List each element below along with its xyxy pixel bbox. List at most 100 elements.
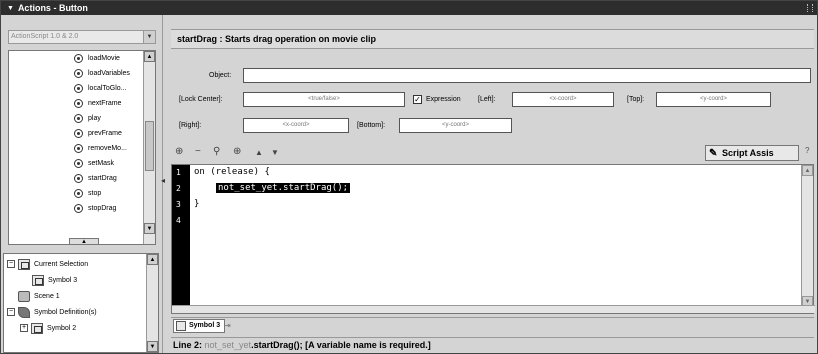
tab-symbol3[interactable]: Symbol 3: [173, 319, 226, 333]
toolbox-item-label: play: [88, 115, 101, 122]
expression-label: Expression: [426, 96, 461, 103]
toolbox-item[interactable]: play: [9, 111, 155, 126]
toolbox-item-label: stop: [88, 190, 102, 197]
toolbox-item-label: removeMo...: [88, 145, 127, 152]
action-bullet-icon: [74, 204, 83, 213]
scroll-thumb[interactable]: [145, 121, 154, 171]
toolbox-item-label: setMask: [88, 160, 115, 167]
lock-center-label: [Lock Center]:: [179, 96, 223, 103]
language-version-select[interactable]: ActionScript 1.0 & 2.0 ▼: [8, 30, 156, 44]
lock-center-input[interactable]: <true/false>: [243, 92, 405, 107]
script-navigator: − Current Selection Symbol 3 Scene 1 − S…: [3, 253, 159, 353]
find-icon[interactable]: ⚲: [213, 146, 220, 157]
scroll-up-icon[interactable]: ▲: [802, 165, 813, 176]
collapse-icon[interactable]: −: [7, 260, 15, 268]
toolbox-item-label: loadMovie: [88, 55, 120, 62]
script-pane: startDrag : Starts drag operation on mov…: [167, 15, 817, 353]
movie-clip-icon: [18, 258, 30, 270]
toolbox-item[interactable]: prevFrame: [9, 126, 155, 141]
action-bullet-icon: [74, 114, 83, 123]
toolbox-item[interactable]: loadVariables: [9, 66, 155, 81]
chevron-down-icon[interactable]: ▼: [143, 31, 155, 43]
scroll-up-icon[interactable]: ▲: [147, 254, 158, 265]
pencil-icon: ✎: [709, 148, 718, 159]
toolbox-item[interactable]: removeMo...: [9, 141, 155, 156]
tree-item-symbol3[interactable]: Symbol 3: [32, 273, 77, 287]
status-line-prefix: Line 2:: [173, 340, 205, 350]
tree-item-scene1[interactable]: Scene 1: [18, 289, 60, 303]
tree-item-symbol-definitions[interactable]: − Symbol Definition(s): [7, 305, 97, 319]
object-label: Object:: [209, 72, 232, 79]
move-down-icon[interactable]: ▼: [271, 148, 279, 157]
code-line-1[interactable]: on (release) {: [194, 167, 270, 177]
tree-item-current-selection[interactable]: − Current Selection: [7, 257, 88, 271]
line-number-gutter: 1 2 3 4: [172, 165, 190, 307]
tree-item-symbol2[interactable]: + Symbol 2: [20, 321, 76, 335]
action-bullet-icon: [74, 144, 83, 153]
pin-script-icon[interactable]: ⇥: [224, 321, 231, 330]
toolbox-scrollbar[interactable]: ▲ ▼: [143, 51, 155, 244]
right-input[interactable]: <x-coord>: [243, 118, 349, 133]
toolbox-item-label: prevFrame: [88, 130, 122, 137]
line-number: 1: [176, 168, 181, 177]
delete-action-icon[interactable]: −: [195, 146, 201, 157]
script-assist-label: Script Assis: [722, 148, 774, 158]
tree-label: Symbol Definition(s): [34, 308, 97, 316]
toolbox-item[interactable]: nextFrame: [9, 96, 155, 111]
script-assist-button[interactable]: ✎ Script Assis: [705, 145, 799, 161]
panel-title: Actions - Button: [17, 3, 88, 13]
script-editor[interactable]: 1 2 3 4 on (release) { not_set_yet.start…: [171, 164, 815, 314]
toolbox-item[interactable]: stop: [9, 186, 155, 201]
left-label: [Left]:: [478, 96, 496, 103]
expression-checkbox[interactable]: ✓: [413, 95, 422, 104]
bottom-label: [Bottom]:: [357, 122, 386, 129]
navigator-scrollbar[interactable]: ▲ ▼: [146, 254, 158, 352]
help-icon[interactable]: ?: [805, 146, 815, 156]
scene-icon: [18, 290, 30, 302]
tab-label: Symbol 3: [189, 322, 221, 329]
scroll-down-icon[interactable]: ▼: [147, 341, 158, 352]
code-line-3[interactable]: }: [194, 199, 199, 209]
action-bullet-icon: [74, 189, 83, 198]
panel-title-bar[interactable]: ▼ Actions - Button: [1, 1, 817, 15]
add-action-icon[interactable]: ⊕: [175, 146, 183, 157]
expand-icon[interactable]: +: [20, 324, 28, 332]
toolbox-item[interactable]: localToGlo...: [9, 81, 155, 96]
tree-label: Scene 1: [34, 292, 60, 300]
left-column: ActionScript 1.0 & 2.0 ▼ loadMovie loadVa…: [1, 15, 163, 353]
editor-vertical-scrollbar[interactable]: ▲ ▼: [801, 165, 813, 307]
top-label: [Top]:: [627, 96, 645, 103]
collapse-icon[interactable]: −: [7, 308, 15, 316]
line-number: 4: [176, 216, 181, 225]
panel-options-grip-icon[interactable]: [807, 4, 813, 12]
toolbox-item-label: stopDrag: [88, 205, 117, 212]
scroll-up-icon[interactable]: ▲: [144, 51, 155, 62]
symbol-definitions-icon: [18, 306, 30, 318]
action-bullet-icon: [74, 129, 83, 138]
action-bullet-icon: [74, 174, 83, 183]
toolbox-item[interactable]: startDrag: [9, 171, 155, 186]
toolbox-item-label: nextFrame: [88, 100, 122, 107]
editor-horizontal-scrollbar[interactable]: [172, 305, 815, 313]
toolbox-item[interactable]: setMask: [9, 156, 155, 171]
move-up-icon[interactable]: ▲: [255, 148, 263, 157]
scroll-down-icon[interactable]: ▼: [144, 223, 155, 234]
code-line-2-selected[interactable]: not_set_yet.startDrag();: [216, 183, 351, 193]
action-bullet-icon: [74, 69, 83, 78]
toolbox-item[interactable]: loadMovie: [9, 51, 155, 66]
toolbox-item-label: loadVariables: [88, 70, 130, 77]
pane-split-handle[interactable]: ▲: [69, 238, 99, 244]
left-input[interactable]: <x-coord>: [512, 92, 614, 107]
actions-toolbox: loadMovie loadVariables localToGlo... nextF…: [8, 50, 156, 245]
action-bullet-icon: [74, 99, 83, 108]
line-number: 3: [176, 200, 181, 209]
object-input[interactable]: [243, 68, 811, 83]
collapse-triangle-icon[interactable]: ▼: [7, 5, 14, 12]
insert-target-path-icon[interactable]: ⊕: [233, 146, 241, 157]
top-input[interactable]: <y-coord>: [656, 92, 771, 107]
action-bullet-icon: [74, 159, 83, 168]
bottom-input[interactable]: <y-coord>: [399, 118, 512, 133]
button-symbol-icon: [176, 321, 186, 331]
toolbox-item[interactable]: stopDrag: [9, 201, 155, 216]
right-label: [Right]:: [179, 122, 202, 129]
